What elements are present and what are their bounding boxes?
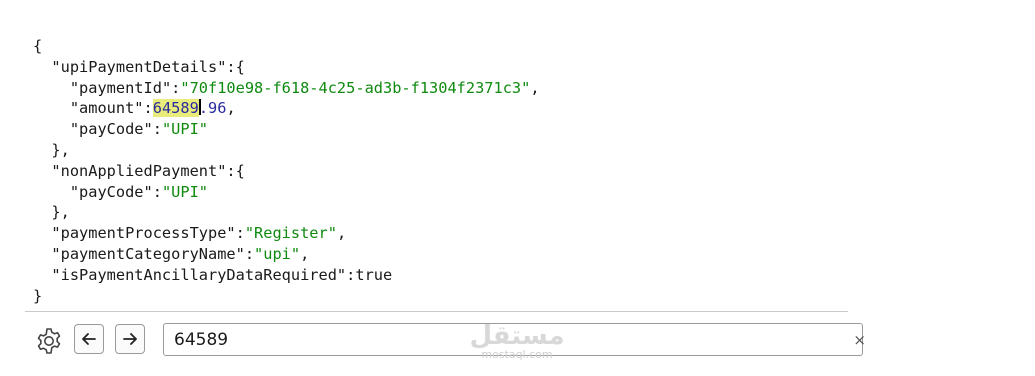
- previous-match-button[interactable]: [74, 324, 104, 354]
- json-key: "nonAppliedPayment": [51, 161, 227, 180]
- punctuation: :{: [226, 161, 245, 180]
- json-key: "isPaymentAncillaryDataRequired": [51, 265, 347, 284]
- json-line: }: [33, 286, 540, 307]
- punctuation: :{: [226, 57, 245, 76]
- json-string-value: "UPI": [161, 120, 209, 139]
- json-key: "amount": [69, 99, 144, 118]
- json-line: "isPaymentAncillaryDataRequired":true: [51, 265, 393, 284]
- next-match-button[interactable]: [115, 324, 145, 354]
- json-key: "payCode": [69, 120, 153, 139]
- json-line: },: [33, 140, 540, 161]
- json-line: "paymentCategoryName":"upi",: [51, 244, 310, 263]
- json-string-value: "Register": [244, 224, 337, 243]
- json-line: "amount":64589.96,: [69, 99, 236, 118]
- json-line: "nonAppliedPayment":{: [33, 161, 540, 182]
- arrow-right-icon: [123, 333, 137, 345]
- json-string-value: "upi": [254, 244, 301, 263]
- json-key: "payCode": [69, 182, 153, 201]
- json-line: "paymentId":"70f10e98-f618-4c25-ad3b-f13…: [69, 78, 540, 97]
- json-line: {: [33, 36, 540, 57]
- json-line: "paymentProcessType":"Register",: [51, 224, 347, 243]
- close-brace: },: [51, 140, 70, 159]
- json-line: "payCode":"UPI": [69, 120, 209, 139]
- json-viewer: { "upiPaymentDetails":{ "paymentId":"70f…: [33, 36, 540, 306]
- clear-icon[interactable]: ×: [853, 331, 866, 349]
- search-match-highlight: 64589: [152, 99, 199, 118]
- json-line: "payCode":"UPI": [69, 182, 209, 201]
- open-brace: {: [33, 37, 43, 55]
- close-brace: },: [51, 203, 70, 222]
- json-line: },: [33, 202, 540, 223]
- json-line: "upiPaymentDetails":{: [33, 57, 540, 78]
- json-string-value: "70f10e98-f618-4c25-ad3b-f1304f2371c3": [180, 78, 531, 97]
- watermark-logo: مستقل mostaql.com: [466, 323, 568, 361]
- json-key: "paymentProcessType": [51, 224, 236, 243]
- json-key: "paymentId": [69, 78, 172, 97]
- json-key: "upiPaymentDetails": [51, 57, 227, 76]
- json-key: "paymentCategoryName": [51, 244, 245, 263]
- gear-icon[interactable]: [33, 325, 65, 357]
- json-string-value: "UPI": [161, 182, 209, 201]
- json-boolean-value: true: [355, 265, 393, 284]
- json-number-value: .96: [198, 99, 227, 118]
- find-bar: ×: [25, 311, 866, 374]
- watermark-text: مستقل: [469, 321, 565, 351]
- arrow-left-icon: [82, 333, 96, 345]
- close-brace: }: [33, 286, 43, 305]
